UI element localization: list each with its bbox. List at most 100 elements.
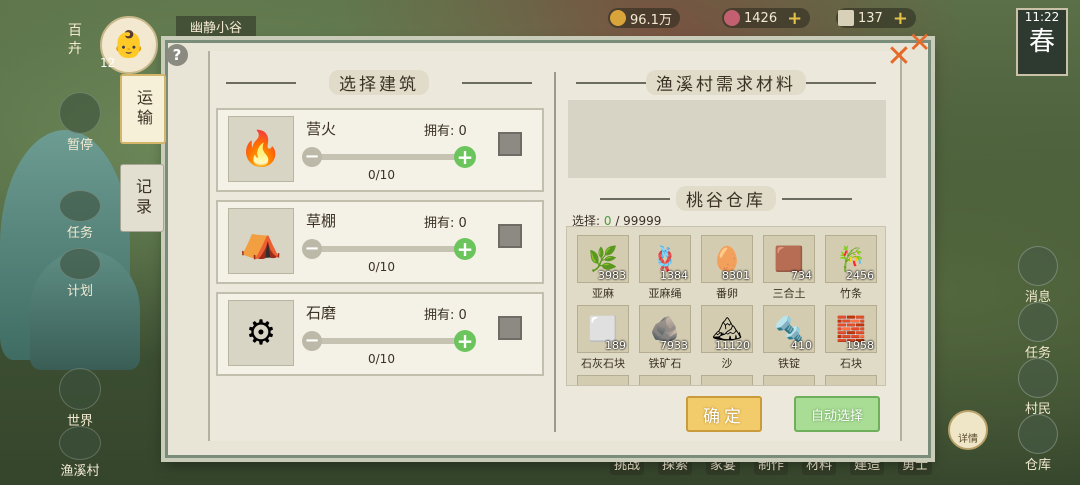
owned-count: 拥有: 0: [424, 124, 467, 139]
auto-select-button[interactable]: 自动选择: [794, 396, 880, 432]
sand-icon: 🏔 11120: [701, 305, 753, 353]
item-quantity: 11120: [715, 339, 750, 352]
plan-label: 计划: [66, 284, 93, 299]
message-button[interactable]: 消息: [1014, 246, 1062, 305]
pause-label: 暂停: [66, 138, 93, 153]
storage-item[interactable]: 🔩 410 铁锭: [763, 305, 815, 371]
building-checkbox[interactable]: [498, 132, 522, 156]
clock-time: 11:22: [1024, 10, 1060, 24]
help-icon[interactable]: ?: [166, 44, 188, 66]
building-checkbox[interactable]: [498, 224, 522, 248]
plan-side-button[interactable]: 计划: [58, 248, 102, 299]
storage-item[interactable]: 🧱 1958 石块: [825, 305, 877, 371]
soil-icon: 🟫 734: [763, 235, 815, 283]
storage-item[interactable]: 🌿 3983 亚麻: [577, 235, 629, 301]
item-quantity: 1384: [660, 269, 688, 282]
village-name: 幽静小谷: [176, 16, 257, 37]
warehouse-button[interactable]: 仓库: [1014, 414, 1062, 473]
village-label: 渔溪村: [60, 464, 100, 479]
item-name: 亚麻: [592, 287, 614, 300]
iron-ore-icon: 🪨 7933: [639, 305, 691, 353]
building-card: ⚙ 石磨 拥有: 0 − + 0/10: [216, 292, 544, 376]
item-slot: [701, 375, 753, 385]
item-quantity: 1958: [846, 339, 874, 352]
increase-button[interactable]: +: [454, 146, 476, 168]
campfire-icon: 🔥: [228, 116, 294, 182]
add-gem-button[interactable]: +: [787, 8, 802, 29]
decrease-button[interactable]: −: [302, 331, 322, 351]
tab-record[interactable]: 记录: [120, 164, 164, 232]
quantity-slider[interactable]: [314, 246, 462, 252]
villager-button[interactable]: 村民: [1014, 358, 1062, 417]
tab-transport[interactable]: 运输: [120, 74, 166, 144]
quantity-count: 0/10: [368, 260, 395, 274]
decrease-button[interactable]: −: [302, 239, 322, 259]
quantity-slider[interactable]: [314, 338, 462, 344]
villager-icon: [1018, 358, 1058, 398]
item-name: 沙: [721, 357, 733, 370]
rope-icon: 🪢 1384: [639, 235, 691, 283]
pause-icon: [59, 92, 101, 134]
close-icon[interactable]: ✕: [884, 42, 914, 72]
task-icon: [59, 190, 101, 222]
storage-item[interactable]: 🏔 11120 沙: [701, 305, 753, 371]
storage-item[interactable]: [763, 375, 815, 385]
ticket-counter: 137 +: [836, 8, 916, 29]
item-slot: [639, 375, 691, 385]
item-quantity: 7933: [660, 339, 688, 352]
item-slot: [825, 375, 877, 385]
plan-icon: [59, 248, 101, 280]
storage-item[interactable]: [639, 375, 691, 385]
increase-button[interactable]: +: [454, 238, 476, 260]
building-name: 石磨: [306, 304, 337, 322]
storage-label: 桃谷仓库: [676, 185, 776, 211]
storage-item[interactable]: 🎋 2456 竹条: [825, 235, 877, 301]
hut-icon: ⛺: [228, 208, 294, 274]
storage-title: 桃谷仓库: [590, 185, 862, 211]
stone-icon: 🧱 1958: [825, 305, 877, 353]
village-icon: [59, 426, 101, 460]
storage-item[interactable]: [577, 375, 629, 385]
detail-button[interactable]: 详情: [948, 410, 988, 450]
item-quantity: 189: [605, 339, 626, 352]
item-quantity: 410: [791, 339, 812, 352]
storage-item[interactable]: 🥚 8301 番卵: [701, 235, 753, 301]
coin-value: 96.1万: [630, 12, 672, 28]
storage-item[interactable]: 🟫 734 三合土: [763, 235, 815, 301]
select-building-title: 选择建筑: [216, 69, 542, 95]
task-side-button[interactable]: 任务: [58, 190, 102, 241]
detail-label: 详情: [958, 434, 978, 445]
add-ticket-button[interactable]: +: [893, 8, 908, 29]
quest-button[interactable]: 任务: [1014, 302, 1062, 361]
pause-button[interactable]: 暂停: [58, 92, 102, 153]
quantity-slider[interactable]: [314, 154, 462, 160]
storage-item[interactable]: ⬜ 189 石灰石块: [577, 305, 629, 371]
bamboo-icon: 🎋 2456: [825, 235, 877, 283]
storage-item[interactable]: 🪨 7933 铁矿石: [639, 305, 691, 371]
village-button[interactable]: 渔溪村: [58, 426, 102, 479]
confirm-button[interactable]: 确定: [686, 396, 762, 432]
storage-grid: 🌿 3983 亚麻 🪢 1384 亚麻绳 🥚 8301 番卵 🟫 734 三合土 🎋 2456 竹条 ⬜ 189…: [566, 226, 886, 386]
gem-counter: 1426 +: [722, 8, 811, 29]
storage-item[interactable]: 🪢 1384 亚麻绳: [639, 235, 691, 301]
clock-season: 11:22 春: [1016, 8, 1068, 76]
select-building-label: 选择建筑: [329, 69, 429, 95]
item-quantity: 8301: [722, 269, 750, 282]
world-button[interactable]: 世界: [58, 368, 102, 429]
warehouse-label: 仓库: [1024, 458, 1051, 473]
building-card: 🔥 营火 拥有: 0 − + 0/10: [216, 108, 544, 192]
increase-button[interactable]: +: [454, 330, 476, 352]
item-name: 石灰石块: [581, 357, 625, 370]
item-name: 亚麻绳: [648, 287, 682, 300]
owned-count: 拥有: 0: [424, 308, 467, 323]
item-slot: [763, 375, 815, 385]
ticket-icon: [838, 10, 854, 26]
building-checkbox[interactable]: [498, 316, 522, 340]
decrease-button[interactable]: −: [302, 147, 322, 167]
item-name: 铁矿石: [648, 357, 682, 370]
item-name: 竹条: [840, 287, 862, 300]
storage-item[interactable]: [701, 375, 753, 385]
message-icon: [1018, 246, 1058, 286]
quantity-count: 0/10: [368, 168, 395, 182]
storage-item[interactable]: [825, 375, 877, 385]
